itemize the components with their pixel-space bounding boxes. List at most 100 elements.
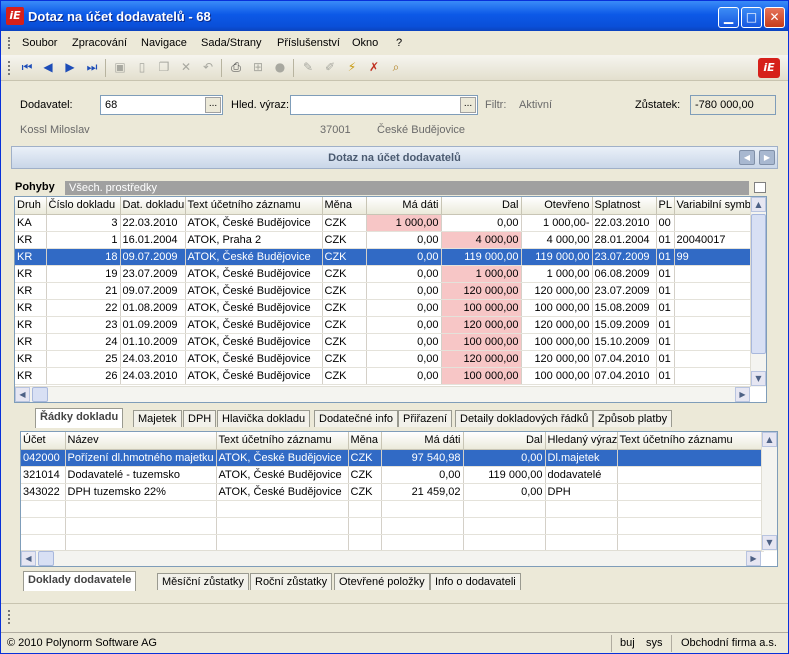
main-horizontal-scrollbar[interactable]: ◀ ▶ — [15, 386, 750, 402]
scroll-thumb[interactable] — [751, 214, 766, 354]
title-bar[interactable]: iE Dotaz na účet dodavatelů - 68 ▁ □ ✕ — [1, 1, 788, 31]
col-dat-dokladu[interactable]: Dat. dokladu — [120, 197, 186, 215]
lock-icon[interactable]: ● — [272, 59, 288, 75]
col-dal[interactable]: Dal — [463, 432, 546, 450]
col-ma-dati[interactable]: Má dáti — [381, 432, 464, 450]
scroll-left-icon[interactable]: ◀ — [15, 387, 30, 402]
table-row[interactable]: KR 24 01.10.2009 ATOK, České Budějovice CZK 0… — [15, 333, 753, 351]
scroll-up-icon[interactable]: ▲ — [751, 197, 766, 212]
col-pl[interactable]: PL — [656, 197, 675, 215]
menu-zpracovani[interactable]: Zpracování — [72, 37, 127, 49]
tab-dph[interactable]: DPH — [183, 410, 217, 427]
tab-prirazeni[interactable]: Přiřazení — [398, 410, 453, 427]
clear-filter-icon[interactable]: ✗ — [366, 59, 382, 75]
toolbar-grip[interactable] — [8, 61, 10, 75]
menu-help[interactable]: ? — [396, 37, 402, 49]
section-prev-icon[interactable]: ◀ — [739, 150, 755, 165]
tab-majetek[interactable]: Majetek — [133, 410, 182, 427]
table-row[interactable]: 042000 Pořízení dl.hmotného majetku ATOK, … — [21, 449, 764, 467]
col-splatnost[interactable]: Splatnost — [592, 197, 657, 215]
tab-dodatecne-info[interactable]: Dodatečné info — [314, 410, 398, 427]
col-mena[interactable]: Měna — [322, 197, 367, 215]
pohyby-value[interactable]: Všech. prostředky — [65, 181, 749, 195]
col-cislo-dokladu[interactable]: Číslo dokladu — [46, 197, 121, 215]
new-icon[interactable]: ▯ — [134, 59, 150, 75]
scroll-thumb[interactable] — [38, 551, 54, 566]
col-hledany-vyraz[interactable]: Hledaný výraz — [545, 432, 618, 450]
table-row[interactable]: KR 19 23.07.2009 ATOK, České Budějovice CZK 0… — [15, 265, 753, 283]
table-cell: 1 000,00 — [521, 265, 593, 283]
save-icon[interactable]: ▣ — [112, 59, 128, 75]
col-dal[interactable]: Dal — [441, 197, 522, 215]
menu-sada-strany[interactable]: Sada/Strany — [201, 37, 262, 49]
tree-icon[interactable]: ⊞ — [250, 59, 266, 75]
table-row[interactable]: KR 18 09.07.2009 ATOK, České Budějovice CZK 0… — [15, 248, 753, 266]
delete-icon[interactable]: ✕ — [178, 59, 194, 75]
scroll-down-icon[interactable]: ▼ — [762, 535, 777, 550]
scroll-right-icon[interactable]: ▶ — [735, 387, 750, 402]
col-druh[interactable]: Druh — [15, 197, 47, 215]
pen-icon[interactable]: ✎ — [300, 59, 316, 75]
detail-horizontal-scrollbar[interactable]: ◀ ▶ — [21, 550, 761, 566]
col-text[interactable]: Text účetního záznamu — [185, 197, 323, 215]
main-vertical-scrollbar[interactable]: ▲ ▼ — [750, 197, 766, 387]
scroll-left-icon[interactable]: ◀ — [21, 551, 36, 566]
table-row[interactable]: KR 21 09.07.2009 ATOK, České Budějovice CZK 0… — [15, 282, 753, 300]
table-row[interactable]: KR 1 16.01.2004 ATOK, Praha 2 CZK 0,00 4 000,0… — [15, 231, 753, 249]
grid-settings-icon[interactable] — [754, 182, 766, 193]
scroll-thumb[interactable] — [32, 387, 48, 402]
menu-grip[interactable] — [8, 37, 10, 49]
table-row[interactable]: KR 26 24.03.2010 ATOK, České Budějovice CZK 0… — [15, 367, 753, 385]
search-icon[interactable]: ⌕ — [388, 59, 404, 75]
menu-navigace[interactable]: Navigace — [141, 37, 187, 49]
print-icon[interactable]: ⎙ — [228, 59, 244, 75]
menu-okno[interactable]: Okno — [352, 37, 378, 49]
scroll-right-icon[interactable]: ▶ — [746, 551, 761, 566]
hled-vyraz-field[interactable]: ... — [290, 95, 478, 115]
table-row[interactable]: 321014 Dodavatelé - tuzemsko ATOK, České B… — [21, 466, 764, 484]
tab-mesicni-zustatky[interactable]: Měsíční zůstatky — [157, 573, 249, 590]
tab-zpusob-platby[interactable]: Způsob platby — [593, 410, 673, 427]
prev-record-icon[interactable]: ◀ — [40, 59, 56, 75]
tab-radky-dokladu[interactable]: Řádky dokladu — [35, 408, 124, 428]
col-ucet[interactable]: Účet — [21, 432, 66, 450]
minimize-button[interactable]: ▁ — [718, 7, 739, 28]
hled-vyraz-lookup-button[interactable]: ... — [460, 97, 476, 113]
menu-soubor[interactable]: Soubor — [22, 37, 57, 49]
col-ma-dati[interactable]: Má dáti — [366, 197, 442, 215]
next-record-icon[interactable]: ▶ — [62, 59, 78, 75]
tab-info-o-dodavateli[interactable]: Info o dodavateli — [430, 573, 521, 590]
filter-icon[interactable]: ⚡ — [344, 59, 360, 75]
tab-otevrene-polozky[interactable]: Otevřené položky — [334, 573, 430, 590]
tab-hlavicka-dokladu[interactable]: Hlavička dokladu — [217, 410, 311, 427]
col-variabilni-symb[interactable]: Variabilní symb. — [674, 197, 753, 215]
copy-icon[interactable]: ❐ — [156, 59, 172, 75]
hint-grip[interactable] — [8, 610, 10, 624]
undo-icon[interactable]: ↶ — [200, 59, 216, 75]
col-mena[interactable]: Měna — [348, 432, 382, 450]
col-text[interactable]: Text účetního záznamu — [216, 432, 349, 450]
last-record-icon[interactable]: ⏭ — [84, 59, 100, 75]
table-row[interactable]: KR 23 01.09.2009 ATOK, České Budějovice CZK 0… — [15, 316, 753, 334]
scroll-up-icon[interactable]: ▲ — [762, 432, 777, 447]
table-row[interactable]: KR 25 24.03.2010 ATOK, České Budějovice CZK 0… — [15, 350, 753, 368]
maximize-button[interactable]: □ — [741, 7, 762, 28]
first-record-icon[interactable]: ⏮ — [19, 59, 35, 75]
pen2-icon[interactable]: ✐ — [322, 59, 338, 75]
col-otevreno[interactable]: Otevřeno — [521, 197, 593, 215]
dodavatel-lookup-button[interactable]: ... — [205, 97, 221, 113]
tab-doklady-dodavatele[interactable]: Doklady dodavatele — [23, 571, 137, 591]
tab-detaily-dokladovych-radku[interactable]: Detaily dokladových řádků — [455, 410, 594, 427]
table-row[interactable]: 343022 DPH tuzemsko 22% ATOK, České Budějo… — [21, 483, 764, 501]
scroll-down-icon[interactable]: ▼ — [751, 371, 766, 386]
dodavatel-field[interactable]: 68 ... — [100, 95, 223, 115]
section-next-icon[interactable]: ▶ — [759, 150, 775, 165]
menu-prislusenstvi[interactable]: Příslušenství — [277, 37, 340, 49]
col-text-2[interactable]: Text účetního záznamu — [617, 432, 764, 450]
close-button[interactable]: ✕ — [764, 7, 785, 28]
tab-rocni-zustatky[interactable]: Roční zůstatky — [250, 573, 333, 590]
table-row[interactable]: KR 22 01.08.2009 ATOK, České Budějovice CZK 0… — [15, 299, 753, 317]
col-nazev[interactable]: Název — [65, 432, 217, 450]
table-row[interactable]: KA 3 22.03.2010 ATOK, České Budějovice CZK 1 … — [15, 214, 753, 232]
detail-vertical-scrollbar[interactable]: ▲ ▼ — [761, 432, 777, 551]
